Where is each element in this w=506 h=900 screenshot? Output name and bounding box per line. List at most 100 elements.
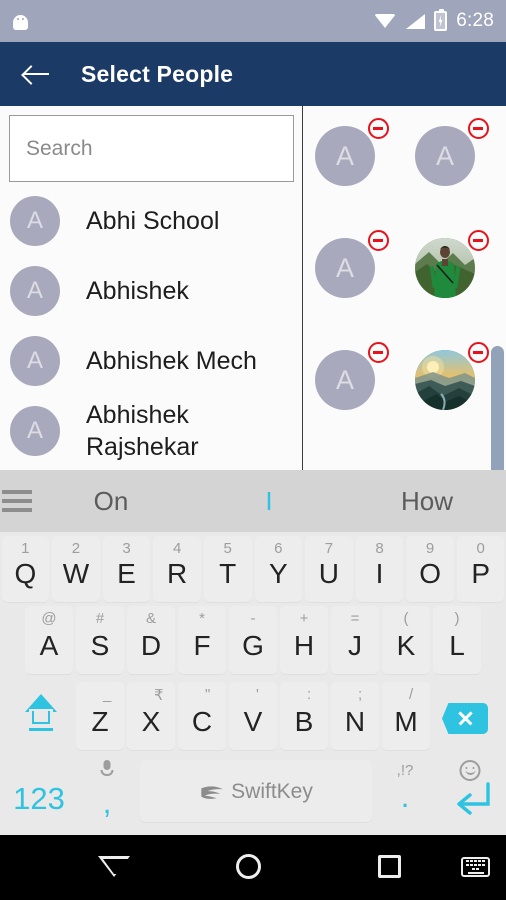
key-label: N xyxy=(344,706,366,737)
key-alt-label: 0 xyxy=(476,540,485,557)
status-bar-left xyxy=(12,13,29,30)
key-label: S xyxy=(90,630,110,661)
key-q[interactable]: 1Q xyxy=(1,536,50,602)
key-alt-label: / xyxy=(409,686,414,703)
swiftkey-branding: SwiftKey xyxy=(199,780,313,822)
contact-name: Abhishek xyxy=(86,277,189,305)
list-item[interactable]: A Abhi School xyxy=(0,186,302,256)
key-z[interactable]: _ Z xyxy=(76,682,124,750)
backspace-key[interactable] xyxy=(433,682,497,750)
key-label: D xyxy=(140,630,162,661)
key-j[interactable]: = J xyxy=(331,606,379,674)
list-item[interactable]: A Abhishek xyxy=(0,256,302,326)
status-bar: 6:28 xyxy=(0,0,506,42)
suggestion-2[interactable]: How xyxy=(348,486,506,517)
battery-charging-icon xyxy=(434,9,448,31)
emoji-smiley-icon xyxy=(459,760,481,781)
key-d[interactable]: & D xyxy=(127,606,175,674)
key-n[interactable]: ; N xyxy=(331,682,379,750)
key-alt-label: * xyxy=(199,610,205,627)
key-b[interactable]: :B xyxy=(280,682,328,750)
shift-key[interactable] xyxy=(9,682,73,750)
search-input[interactable] xyxy=(9,115,294,182)
remove-person-icon[interactable] xyxy=(368,118,389,139)
key-f[interactable]: * F xyxy=(178,606,226,674)
selected-person-chip[interactable]: A xyxy=(315,118,389,190)
space-key[interactable]: SwiftKey xyxy=(140,760,372,822)
key-r[interactable]: 4R xyxy=(153,536,201,602)
key-v[interactable]: ' V xyxy=(229,682,277,750)
selected-people-grid: A A A A xyxy=(315,118,506,454)
remove-person-icon[interactable] xyxy=(368,342,389,363)
selected-person-chip[interactable] xyxy=(415,342,489,414)
key-c[interactable]: " C xyxy=(178,682,226,750)
nav-keyboard-toggle-icon[interactable] xyxy=(461,857,490,877)
keyboard-row-1: 1Q 2W 3E 4R 5T 6Y 7U 8I 9O 0P xyxy=(0,532,506,604)
key-u[interactable]: 7U xyxy=(305,536,353,602)
key-l[interactable]: ) L xyxy=(433,606,481,674)
list-item[interactable]: A Abhishek Rajshekar xyxy=(0,396,302,466)
key-h[interactable]: + H xyxy=(280,606,328,674)
keyboard-row-2: @ A # S & D * F -G + H = J (K ) L xyxy=(0,604,506,680)
key-k[interactable]: (K xyxy=(382,606,430,674)
search-container xyxy=(0,106,302,182)
screen-root: 6:28 Select People A Abhi School A Abhis… xyxy=(0,0,506,900)
key-a[interactable]: @ A xyxy=(25,606,73,674)
selected-person-chip[interactable]: A xyxy=(415,118,489,190)
contacts-pane: A Abhi School A Abhishek A Abhishek Mech… xyxy=(0,106,303,470)
hamburger-menu-icon[interactable] xyxy=(2,485,32,517)
system-navigation-bar xyxy=(0,835,506,900)
key-p[interactable]: 0P xyxy=(456,536,505,602)
numbers-mode-key[interactable]: 123 xyxy=(4,758,74,826)
key-x[interactable]: ₹ X xyxy=(127,682,175,750)
enter-key-icon xyxy=(457,782,490,815)
nav-home-icon[interactable] xyxy=(236,854,261,879)
key-alt-label: 1 xyxy=(21,540,30,557)
shift-key-icon xyxy=(18,694,64,740)
key-w[interactable]: 2W xyxy=(52,536,100,602)
remove-person-icon[interactable] xyxy=(368,230,389,251)
key-label: SwiftKey xyxy=(231,780,313,803)
signal-icon xyxy=(405,13,426,29)
suggestion-0[interactable]: On xyxy=(32,486,190,517)
comma-key[interactable]: , xyxy=(77,758,137,826)
period-key[interactable]: ,!? . xyxy=(375,758,435,826)
back-arrow-icon[interactable] xyxy=(20,57,54,91)
key-label: U xyxy=(318,558,339,589)
nav-recents-icon[interactable] xyxy=(378,855,401,878)
key-e[interactable]: 3E xyxy=(102,536,151,602)
key-t[interactable]: 5T xyxy=(203,536,252,602)
keyboard-row-4: 123 , SwiftKey ,!? . xyxy=(0,756,506,832)
key-label: P xyxy=(471,558,491,589)
key-m[interactable]: / M xyxy=(382,682,430,750)
selected-person-chip[interactable]: A xyxy=(315,342,389,414)
key-label: V xyxy=(243,706,263,737)
key-i[interactable]: 8I xyxy=(355,536,404,602)
remove-person-icon[interactable] xyxy=(468,342,489,363)
key-alt-label: 4 xyxy=(172,540,182,557)
enter-key[interactable] xyxy=(438,758,502,826)
nav-back-icon[interactable] xyxy=(98,856,147,877)
keyboard-row-3: _ Z ₹ X " C ' V :B ; N / M xyxy=(0,680,506,756)
selected-person-chip[interactable]: A xyxy=(315,230,389,302)
remove-person-icon[interactable] xyxy=(468,118,489,139)
avatar: A xyxy=(10,406,60,456)
key-alt-label: 8 xyxy=(375,540,384,557)
key-s[interactable]: # S xyxy=(76,606,124,674)
remove-person-icon[interactable] xyxy=(468,230,489,251)
key-alt-label: : xyxy=(307,686,312,703)
key-alt-label: @ xyxy=(41,610,57,627)
key-y[interactable]: 6Y xyxy=(254,536,303,602)
contact-name: Abhishek Rajshekar xyxy=(86,401,199,461)
key-label: R xyxy=(166,558,188,589)
key-label: K xyxy=(396,630,416,661)
key-label: 123 xyxy=(13,781,65,816)
list-item[interactable]: A Abhishek Mech xyxy=(0,326,302,396)
suggestion-1[interactable]: I xyxy=(190,486,348,517)
avatar: A xyxy=(415,126,475,186)
suggestion-bar: On I How xyxy=(0,470,506,532)
selected-person-chip[interactable] xyxy=(415,230,489,302)
avatar: A xyxy=(10,196,60,246)
key-o[interactable]: 9O xyxy=(406,536,454,602)
key-g[interactable]: -G xyxy=(229,606,277,674)
